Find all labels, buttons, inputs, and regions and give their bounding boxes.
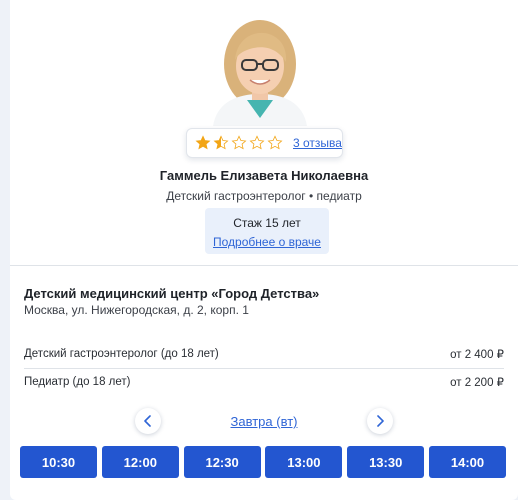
- experience-text: Стаж 15 лет: [233, 216, 301, 230]
- doctor-specialty: Детский гастроэнтеролог • педиатр: [166, 189, 362, 203]
- time-slot-button[interactable]: 13:30: [347, 446, 425, 478]
- service-row: Детский гастроэнтеролог (до 18 лет) от 2…: [24, 341, 504, 367]
- service-price: от 2 200 ₽: [450, 377, 504, 389]
- clinic-name: Детский медицинский центр «Город Детства…: [24, 286, 320, 301]
- time-slots: 10:30 12:00 12:30 13:00 13:30 14:00: [20, 446, 506, 478]
- doctor-card: 3 отзыва Гаммель Елизавета Николаевна Де…: [10, 0, 518, 500]
- service-name: Педиатр (до 18 лет): [24, 376, 131, 388]
- star-half-icon: [213, 135, 229, 150]
- service-row: Педиатр (до 18 лет) от 2 200 ₽: [24, 369, 504, 395]
- clinic-address: Москва, ул. Нижегородская, д. 2, корп. 1: [24, 303, 249, 317]
- doctor-photo: [207, 14, 313, 126]
- star-empty-icon: [267, 135, 283, 150]
- star-empty-icon: [249, 135, 265, 150]
- star-empty-icon: [231, 135, 247, 150]
- time-slot-button[interactable]: 13:00: [265, 446, 343, 478]
- service-price: от 2 400 ₽: [450, 349, 504, 361]
- chevron-right-icon: [377, 415, 384, 427]
- rating-widget: 3 отзыва: [186, 128, 343, 158]
- reviews-link[interactable]: 3 отзыва: [293, 136, 342, 150]
- doctor-details-link[interactable]: Подробнее о враче: [205, 235, 329, 249]
- date-navigation: Завтра (вт): [10, 408, 518, 434]
- doctor-name: Гаммель Елизавета Николаевна: [159, 168, 369, 183]
- date-label[interactable]: Завтра (вт): [10, 414, 518, 429]
- time-slot-button[interactable]: 14:00: [428, 446, 506, 478]
- next-date-button[interactable]: [367, 408, 393, 434]
- time-slot-button[interactable]: 12:00: [101, 446, 179, 478]
- time-slot-button[interactable]: 12:30: [183, 446, 261, 478]
- experience-box: Стаж 15 лет Подробнее о враче: [205, 208, 329, 254]
- star-full-icon: [195, 135, 211, 150]
- service-name: Детский гастроэнтеролог (до 18 лет): [24, 348, 219, 360]
- rating-stars: [195, 135, 283, 151]
- time-slot-button[interactable]: 10:30: [20, 446, 97, 478]
- divider: [10, 265, 518, 266]
